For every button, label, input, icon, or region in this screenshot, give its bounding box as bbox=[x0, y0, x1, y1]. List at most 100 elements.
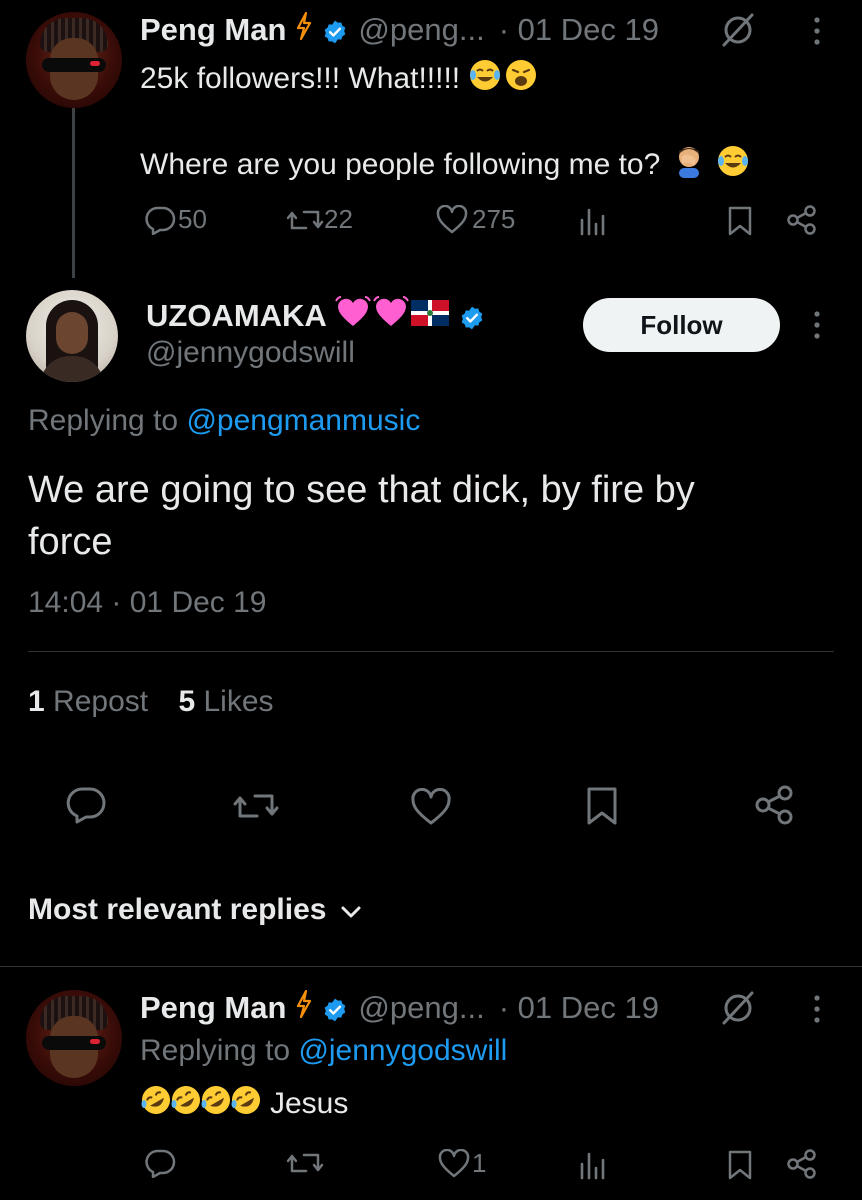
main-author-name[interactable]: UZOAMAKA bbox=[146, 298, 327, 334]
parent-repost-button[interactable]: 22 bbox=[286, 204, 353, 235]
like-icon-3 bbox=[438, 1148, 470, 1179]
main-tweet-timestamp[interactable]: 14:04 · 01 Dec 19 bbox=[28, 586, 267, 620]
bookmark-icon-3 bbox=[728, 1150, 752, 1180]
likes-stat[interactable]: 5 Likes bbox=[178, 685, 273, 718]
rofl-emoji-2 bbox=[170, 1084, 202, 1124]
reply-tweet-header: Peng Man @peng... · 01 Dec 19 bbox=[140, 988, 659, 1028]
reply-tweet-date[interactable]: · 01 Dec 19 bbox=[499, 990, 659, 1026]
dominican-flag-emoji bbox=[410, 298, 449, 334]
likes-stat-count: 5 bbox=[178, 685, 196, 718]
growing-heart-emoji bbox=[334, 295, 371, 337]
follow-button[interactable]: Follow bbox=[583, 298, 780, 352]
reply-icon-3 bbox=[144, 1148, 176, 1178]
growing-heart-emoji-2 bbox=[372, 295, 409, 337]
verified-icon-3 bbox=[322, 995, 348, 1022]
repost-icon-3 bbox=[286, 1148, 324, 1178]
reply-bookmark-button[interactable] bbox=[728, 1150, 752, 1180]
main-tweet-text-line1: We are going to see that dick, by fire b… bbox=[28, 469, 695, 511]
parent-tweet-text: 25k followers!!! What!!!!! bbox=[140, 62, 461, 95]
grok-icon-2[interactable] bbox=[718, 990, 758, 1031]
parent-tweet-text-2: Where are you people following me to? bbox=[140, 148, 661, 181]
main-repost-button[interactable] bbox=[232, 788, 280, 824]
facepalm-emoji bbox=[670, 142, 708, 188]
reply-icon-2 bbox=[66, 786, 106, 824]
main-author-handle[interactable]: @jennygodswill bbox=[146, 336, 355, 370]
parent-author-avatar[interactable] bbox=[26, 12, 122, 108]
chevron-down-icon bbox=[340, 893, 362, 927]
reply-replying-to-handle-link[interactable]: @jennygodswill bbox=[298, 1034, 507, 1067]
parent-tweet-header: Peng Man @peng... · 01 Dec 19 bbox=[140, 10, 659, 50]
parent-share-button[interactable] bbox=[786, 204, 818, 236]
main-author-avatar[interactable] bbox=[26, 290, 118, 382]
parent-author-name[interactable]: Peng Man bbox=[140, 12, 286, 48]
engagement-stats: 1 Repost 5 Likes bbox=[28, 685, 274, 719]
repost-stat[interactable]: 1 Repost bbox=[28, 685, 156, 718]
share-icon-3 bbox=[786, 1148, 818, 1180]
main-tweet-header: UZOAMAKA bbox=[146, 296, 485, 336]
main-replying-to: Replying to @pengmanmusic bbox=[28, 404, 420, 438]
parent-repost-count: 22 bbox=[324, 204, 353, 234]
thread-connector-line bbox=[72, 108, 75, 278]
main-tweet-text: We are going to see that dick, by fire b… bbox=[28, 464, 695, 568]
parent-like-count: 275 bbox=[472, 204, 516, 234]
main-reply-button[interactable] bbox=[66, 786, 106, 824]
main-like-button[interactable] bbox=[410, 788, 452, 826]
rofl-emoji-3 bbox=[200, 1084, 232, 1124]
parent-like-button[interactable]: 275 bbox=[436, 204, 515, 235]
bolt-icon-2 bbox=[296, 989, 312, 1026]
parent-reply-count: 50 bbox=[178, 204, 207, 234]
share-icon bbox=[786, 204, 818, 236]
weary-face-emoji bbox=[504, 58, 538, 100]
main-tweet-text-line2: force bbox=[28, 521, 113, 563]
parent-bookmark-button[interactable] bbox=[728, 206, 752, 236]
reply-views-button[interactable] bbox=[578, 1150, 608, 1180]
parent-tweet-text-line2: Where are you people following me to? bbox=[140, 142, 750, 188]
parent-author-handle[interactable]: @peng... bbox=[358, 12, 484, 48]
reply-like-button[interactable]: 1 bbox=[438, 1148, 486, 1179]
divider-2 bbox=[0, 966, 862, 967]
verified-icon-2 bbox=[459, 303, 485, 330]
parent-views-button[interactable] bbox=[578, 206, 608, 236]
replies-sort-dropdown[interactable]: Most relevant replies bbox=[28, 893, 362, 927]
tears-of-joy-emoji bbox=[468, 58, 502, 100]
repost-stat-label: Repost bbox=[53, 685, 149, 718]
grok-icon[interactable] bbox=[718, 12, 758, 53]
bookmark-icon-2 bbox=[586, 786, 618, 826]
reply-repost-button[interactable] bbox=[286, 1148, 324, 1178]
reply-author-name[interactable]: Peng Man bbox=[140, 990, 286, 1026]
tears-of-joy-emoji-2 bbox=[716, 144, 750, 186]
reply-tweet-text: Jesus bbox=[270, 1087, 349, 1120]
like-icon-2 bbox=[410, 788, 452, 826]
replying-to-prefix: Replying to bbox=[28, 404, 179, 437]
reply-icon bbox=[144, 205, 176, 235]
views-icon bbox=[578, 206, 608, 236]
repost-stat-count: 1 bbox=[28, 685, 45, 718]
reply-author-avatar[interactable] bbox=[26, 990, 122, 1086]
main-share-button[interactable] bbox=[754, 784, 796, 826]
reply-replying-to: Replying to @jennygodswill bbox=[140, 1034, 507, 1068]
like-icon bbox=[436, 204, 468, 235]
parent-tweet-text-line1: 25k followers!!! What!!!!! bbox=[140, 58, 538, 100]
repost-icon bbox=[286, 205, 324, 235]
reply-tweet-text-row: Jesus bbox=[140, 1084, 348, 1124]
more-icon-2[interactable] bbox=[812, 310, 822, 345]
bookmark-icon bbox=[728, 206, 752, 236]
reply-author-handle[interactable]: @peng... bbox=[358, 990, 484, 1026]
repost-icon-2 bbox=[232, 788, 280, 824]
views-icon-2 bbox=[578, 1150, 608, 1180]
parent-tweet-date[interactable]: · 01 Dec 19 bbox=[499, 12, 659, 48]
verified-icon bbox=[322, 17, 348, 44]
bolt-icon bbox=[296, 11, 312, 48]
share-icon-2 bbox=[754, 784, 796, 826]
reply-replying-to-prefix: Replying to bbox=[140, 1034, 291, 1067]
main-bookmark-button[interactable] bbox=[586, 786, 618, 826]
reply-reply-button[interactable] bbox=[144, 1148, 176, 1178]
more-icon[interactable] bbox=[812, 16, 822, 51]
likes-stat-label: Likes bbox=[203, 685, 274, 718]
parent-reply-button[interactable]: 50 bbox=[144, 204, 207, 235]
rofl-emoji-4 bbox=[230, 1084, 262, 1124]
rofl-emoji bbox=[140, 1084, 172, 1124]
more-icon-3[interactable] bbox=[812, 994, 822, 1029]
replying-to-handle-link[interactable]: @pengmanmusic bbox=[186, 404, 420, 437]
reply-share-button[interactable] bbox=[786, 1148, 818, 1180]
